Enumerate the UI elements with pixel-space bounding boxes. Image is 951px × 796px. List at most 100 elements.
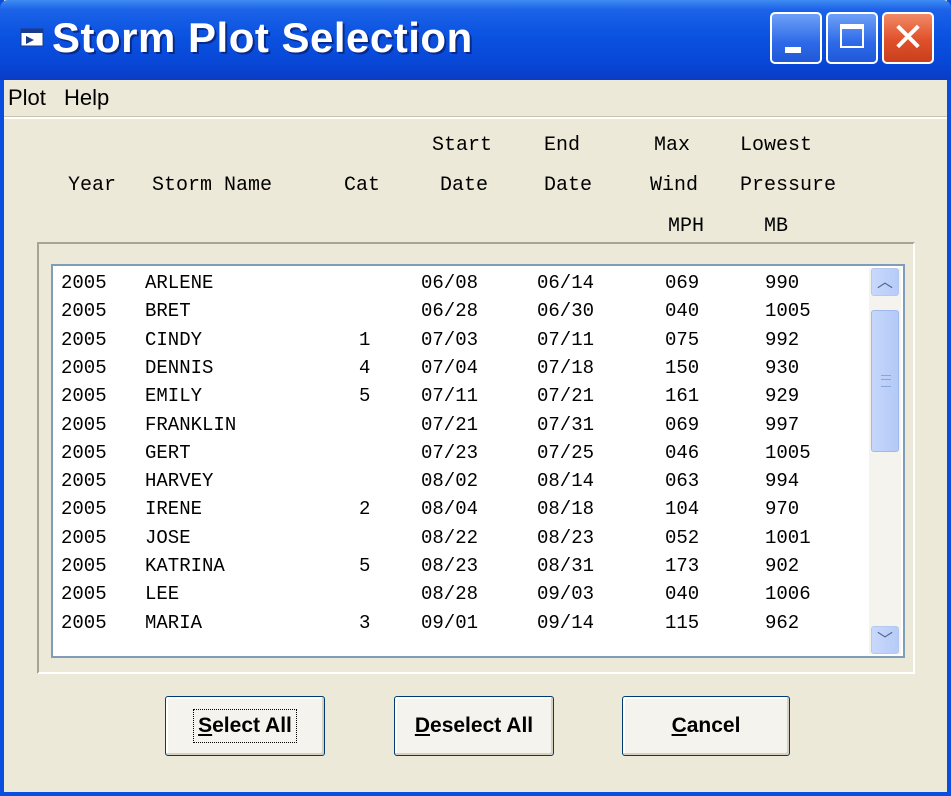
deselect-all-button[interactable]: Deselect All <box>394 696 554 756</box>
storm-listbox[interactable]: 2005 ARLENE 06/08 06/14 069 990 2005 BRET 06/28 0… <box>51 264 905 658</box>
cell-wind: 161 <box>665 385 700 408</box>
cell-pressure: 929 <box>765 385 800 408</box>
cell-start: 06/28 <box>421 300 479 323</box>
cell-end: 06/30 <box>537 300 595 323</box>
cell-name: EMILY <box>145 385 203 408</box>
header-end: End <box>544 134 581 157</box>
scroll-thumb[interactable] <box>871 310 899 452</box>
menu-plot[interactable]: Plot <box>8 80 46 116</box>
cell-wind: 063 <box>665 470 700 493</box>
cell-name: CINDY <box>145 328 203 351</box>
maximize-button[interactable] <box>826 12 878 64</box>
cell-pressure: 1005 <box>765 441 811 464</box>
header-cat: Cat <box>344 174 381 197</box>
cell-wind: 040 <box>665 583 700 606</box>
maximize-icon <box>840 24 864 48</box>
cancel-button[interactable]: Cancel <box>622 696 790 756</box>
list-item[interactable]: 2005 FRANKLIN 07/21 07/31 069 997 <box>53 412 879 439</box>
cell-year: 2005 <box>61 385 107 408</box>
title-bar[interactable]: Storm Plot Selection ✕ <box>0 0 951 80</box>
close-icon: ✕ <box>891 15 925 61</box>
minimize-button[interactable] <box>770 12 822 64</box>
cell-name: IRENE <box>145 498 203 521</box>
cell-cat: 1 <box>359 328 371 351</box>
cell-year: 2005 <box>61 413 107 436</box>
cell-start: 07/11 <box>421 385 479 408</box>
cell-pressure: 1001 <box>765 526 811 549</box>
list-item[interactable]: 2005 JOSE 08/22 08/23 052 1001 <box>53 525 879 552</box>
list-item[interactable]: 2005 BRET 06/28 06/30 040 1005 <box>53 298 879 325</box>
cell-start: 06/08 <box>421 272 479 294</box>
cell-name: ARLENE <box>145 272 214 294</box>
chevron-up-icon: ︿ <box>876 272 893 291</box>
scroll-up-button[interactable]: ︿ <box>871 268 899 296</box>
cell-end: 07/18 <box>537 356 595 379</box>
vertical-scrollbar[interactable]: ︿ ﹀ <box>869 268 901 654</box>
cell-start: 08/22 <box>421 526 479 549</box>
cell-end: 08/23 <box>537 526 595 549</box>
menu-divider <box>4 116 947 119</box>
cell-name: LEE <box>145 583 180 606</box>
cell-pressure: 994 <box>765 470 800 493</box>
list-item[interactable]: 2005 DENNIS 4 07/04 07/18 150 930 <box>53 355 879 382</box>
window-app-icon <box>20 28 44 47</box>
cell-name: FRANKLIN <box>145 413 237 436</box>
cell-name: KATRINA <box>145 555 225 577</box>
cell-wind: 075 <box>665 328 700 351</box>
list-item[interactable]: 2005 CINDY 1 07/03 07/11 075 992 <box>53 327 879 354</box>
cell-end: 07/31 <box>537 413 595 436</box>
cell-cat: 5 <box>359 555 371 577</box>
cell-year: 2005 <box>61 272 107 294</box>
select-all-button[interactable]: Select All <box>165 696 325 756</box>
cell-start: 08/28 <box>421 583 479 606</box>
list-item[interactable]: 2005 KATRINA 5 08/23 08/31 173 902 <box>53 553 879 580</box>
list-item[interactable]: 2005 IRENE 2 08/04 08/18 104 970 <box>53 496 879 523</box>
list-item[interactable]: 2005 MARIA 3 09/01 09/14 115 962 <box>53 610 879 637</box>
close-button[interactable]: ✕ <box>882 12 934 64</box>
minimize-icon <box>785 47 801 53</box>
cell-year: 2005 <box>61 526 107 549</box>
cell-wind: 173 <box>665 555 700 577</box>
cell-pressure: 902 <box>765 555 800 577</box>
window-title: Storm Plot Selection <box>52 14 473 61</box>
cell-start: 07/23 <box>421 441 479 464</box>
select-all-label: Select All <box>193 709 297 743</box>
menu-help[interactable]: Help <box>64 80 109 116</box>
cell-pressure: 1006 <box>765 583 811 606</box>
cell-cat: 4 <box>359 356 371 379</box>
cell-year: 2005 <box>61 498 107 521</box>
list-item[interactable]: 2005 LEE 08/28 09/03 040 1006 <box>53 581 879 608</box>
cell-pressure: 997 <box>765 413 800 436</box>
list-item[interactable]: 2005 ARLENE 06/08 06/14 069 990 <box>53 270 879 297</box>
cell-wind: 069 <box>665 413 700 436</box>
cell-pressure: 962 <box>765 611 800 634</box>
cell-name: BRET <box>145 300 191 323</box>
list-item[interactable]: 2005 EMILY 5 07/11 07/21 161 929 <box>53 383 879 410</box>
cell-name: HARVEY <box>145 470 214 493</box>
header-mb: MB <box>764 215 789 238</box>
cell-year: 2005 <box>61 611 107 634</box>
cell-pressure: 1005 <box>765 300 811 323</box>
cell-year: 2005 <box>61 555 107 577</box>
cell-wind: 046 <box>665 441 700 464</box>
cell-end: 09/14 <box>537 611 595 634</box>
header-mph: MPH <box>668 215 705 238</box>
cancel-label: Cancel <box>671 714 741 737</box>
cell-name: MARIA <box>145 611 203 634</box>
cell-start: 08/02 <box>421 470 479 493</box>
cell-cat: 2 <box>359 498 371 521</box>
cell-year: 2005 <box>61 356 107 379</box>
cell-end: 07/21 <box>537 385 595 408</box>
cell-pressure: 992 <box>765 328 800 351</box>
cell-wind: 040 <box>665 300 700 323</box>
header-end-date: Date <box>544 174 593 197</box>
cell-year: 2005 <box>61 470 107 493</box>
cell-cat: 3 <box>359 611 371 634</box>
header-pressure: Pressure <box>740 174 837 197</box>
cell-wind: 104 <box>665 498 700 521</box>
cell-pressure: 990 <box>765 272 800 294</box>
list-item[interactable]: 2005 GERT 07/23 07/25 046 1005 <box>53 440 879 467</box>
cell-start: 07/04 <box>421 356 479 379</box>
list-item[interactable]: 2005 HARVEY 08/02 08/14 063 994 <box>53 468 879 495</box>
scroll-down-button[interactable]: ﹀ <box>871 626 899 654</box>
